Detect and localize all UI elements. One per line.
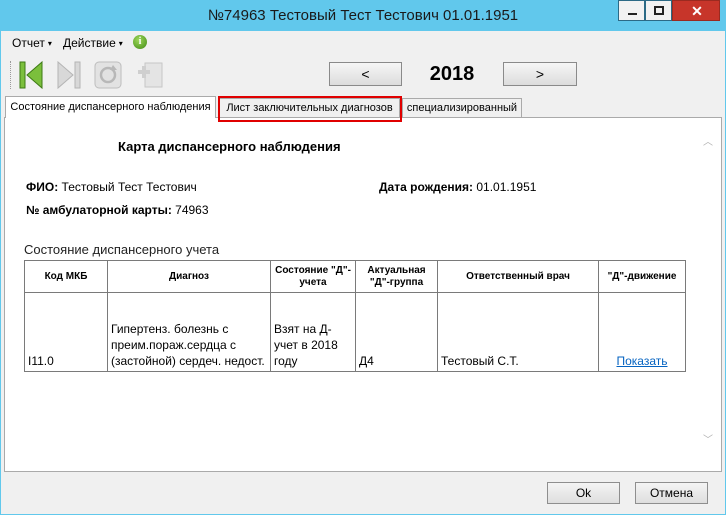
add-document-icon — [138, 62, 163, 88]
next-year-button[interactable]: > — [503, 62, 577, 86]
cell-doctor: Тестовый С.Т. — [437, 292, 599, 372]
col-header-diagnosis: Диагноз — [107, 260, 271, 293]
cell-movement: Показать — [598, 292, 686, 372]
menu-action[interactable]: Действие ▾ — [63, 36, 123, 50]
col-header-doctor: Ответственный врач — [437, 260, 599, 293]
table-header-row: Код МКБ Диагноз Состояние "Д"-учета Акту… — [24, 260, 686, 293]
ok-button[interactable]: Ok — [547, 482, 620, 504]
refresh-button[interactable] — [93, 59, 123, 91]
cell-group: Д4 — [355, 292, 438, 372]
minimize-button[interactable] — [618, 0, 645, 21]
menu-report-label: Отчет — [12, 36, 45, 50]
tab-specialized[interactable]: специализированный — [402, 98, 522, 117]
table-row: I11.0 Гипертенз. болезнь с преим.пораж.с… — [24, 292, 686, 372]
next-record-button[interactable] — [53, 59, 83, 91]
card-label: № амбулаторной карты: — [26, 203, 172, 217]
cell-diagnosis: Гипертенз. болезнь с преим.пораж.сердца … — [107, 292, 271, 372]
menu-action-label: Действие — [63, 36, 116, 50]
birth-date: Дата рождения: 01.01.1951 — [379, 180, 536, 194]
close-icon: ✕ — [691, 3, 703, 19]
year-display: 2018 — [429, 63, 475, 85]
maximize-icon — [654, 6, 664, 15]
section-title: Состояние диспансерного учета — [24, 242, 220, 257]
show-movement-link[interactable]: Показать — [616, 354, 667, 368]
tab-dispensary-status[interactable]: Состояние диспансерного наблюдения — [5, 96, 216, 118]
menu-report[interactable]: Отчет ▾ — [12, 36, 52, 50]
card-value: 74963 — [175, 203, 209, 217]
patient-name: ФИО: Тестовый Тест Тестович — [26, 180, 197, 194]
add-document-button[interactable] — [136, 59, 166, 91]
dispensary-table: Код МКБ Диагноз Состояние "Д"-учета Акту… — [24, 260, 686, 372]
back-arrow-icon — [19, 60, 43, 90]
refresh-icon — [94, 61, 122, 89]
vertical-scrollbar[interactable]: ︿ ﹀ — [695, 118, 721, 471]
col-header-group: Актуальная "Д"-группа — [355, 260, 438, 293]
highlight-box — [218, 96, 402, 122]
cell-code: I11.0 — [24, 292, 108, 372]
col-header-code: Код МКБ — [24, 260, 108, 293]
toolbar-grip — [10, 61, 13, 89]
scroll-down-icon[interactable]: ﹀ — [701, 436, 715, 446]
dob-label: Дата рождения: — [379, 180, 474, 194]
cancel-button[interactable]: Отмена — [635, 482, 708, 504]
prev-year-button[interactable]: < — [329, 62, 402, 86]
info-icon[interactable]: i — [133, 35, 147, 49]
cell-status: Взят на Д-учет в 2018 году — [270, 292, 356, 372]
first-record-button[interactable] — [16, 59, 46, 91]
maximize-button[interactable] — [645, 0, 672, 21]
scroll-up-icon[interactable]: ︿ — [701, 138, 715, 148]
fio-label: ФИО: — [26, 180, 59, 194]
dob-value: 01.01.1951 — [476, 180, 537, 194]
minimize-icon — [628, 13, 637, 15]
outpatient-card-number: № амбулаторной карты: 74963 — [26, 203, 209, 217]
close-button[interactable]: ✕ — [672, 0, 720, 21]
col-header-movement: "Д"-движение — [598, 260, 686, 293]
col-header-status: Состояние "Д"-учета — [270, 260, 356, 293]
document-title: Карта диспансерного наблюдения — [118, 139, 341, 154]
forward-arrow-icon — [57, 60, 81, 90]
chevron-down-icon: ▾ — [118, 39, 123, 48]
fio-value: Тестовый Тест Тестович — [61, 180, 197, 194]
chevron-down-icon: ▾ — [47, 39, 52, 48]
